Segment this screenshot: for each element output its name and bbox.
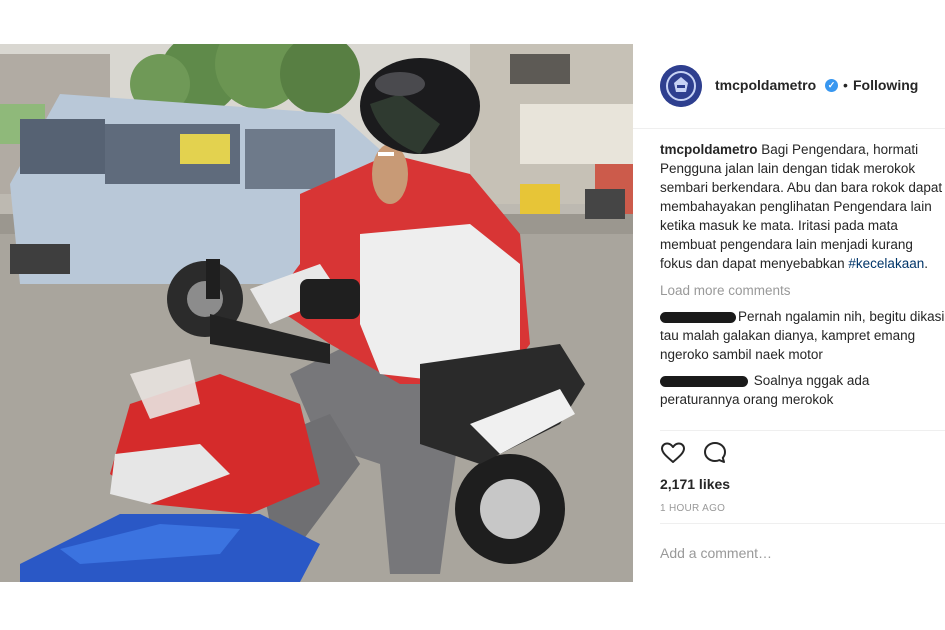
follow-status-button[interactable]: Following bbox=[853, 77, 918, 93]
caption-username[interactable]: tmcpoldametro bbox=[660, 142, 758, 157]
likes-count[interactable]: 2,171 likes bbox=[660, 476, 730, 492]
post-header: tmcpoldametro ✓ • Following bbox=[633, 44, 945, 129]
caption-hashtag[interactable]: #kecelakaan bbox=[848, 256, 924, 271]
load-more-comments-link[interactable]: Load more comments bbox=[660, 281, 945, 300]
heart-icon[interactable] bbox=[660, 440, 686, 466]
add-comment-input[interactable] bbox=[660, 538, 930, 568]
post-photo-illustration bbox=[0, 44, 633, 582]
police-emblem-icon bbox=[660, 65, 702, 107]
post-panel: tmcpoldametro ✓ • Following tmcpoldametr… bbox=[633, 44, 945, 582]
divider bbox=[660, 430, 945, 431]
caption-end: . bbox=[924, 256, 928, 271]
separator-dot: • bbox=[843, 77, 848, 93]
redacted-username bbox=[660, 375, 748, 387]
verified-badge-icon: ✓ bbox=[825, 79, 838, 92]
divider bbox=[660, 523, 945, 524]
redacted-username bbox=[660, 311, 736, 323]
post-timestamp: 1 HOUR AGO bbox=[660, 503, 726, 514]
comment-item: Soalnya nggak ada peraturannya orang mer… bbox=[660, 371, 945, 409]
username[interactable]: tmcpoldametro bbox=[715, 77, 816, 93]
comment-icon[interactable] bbox=[702, 440, 728, 466]
comment-item: Pernah ngalamin nih, begitu dikasi tau m… bbox=[660, 307, 945, 364]
post-photo[interactable] bbox=[0, 44, 633, 582]
post-caption: tmcpoldametro Bagi Pengendara, hormati P… bbox=[660, 140, 945, 273]
comments-section[interactable]: tmcpoldametro Bagi Pengendara, hormati P… bbox=[660, 140, 945, 430]
caption-text: Bagi Pengendara, hormati Pengguna jalan … bbox=[660, 142, 943, 271]
avatar[interactable] bbox=[660, 65, 702, 107]
